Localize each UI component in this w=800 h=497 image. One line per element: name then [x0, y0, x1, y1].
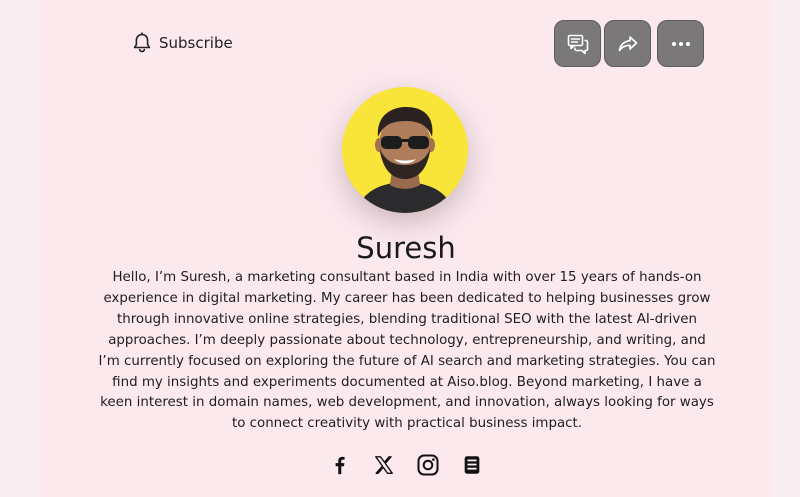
profile-page: Subscribe Suresh Hello, I’m Suresh, a ma… [39, 0, 773, 497]
facebook-icon [329, 454, 351, 476]
chat-button[interactable] [554, 20, 601, 67]
share-button[interactable] [604, 20, 651, 67]
x-twitter-link[interactable] [372, 453, 396, 477]
x-twitter-icon [373, 454, 395, 476]
subscribe-label: Subscribe [159, 34, 233, 52]
social-links [39, 453, 773, 477]
chat-icon [566, 32, 590, 56]
share-icon [616, 32, 640, 56]
blog-icon [461, 454, 483, 476]
profile-name: Suresh [356, 231, 456, 265]
bell-icon [132, 32, 152, 54]
profile-bio: Hello, I’m Suresh, a marketing consultan… [98, 270, 716, 432]
more-icon [669, 32, 693, 56]
instagram-link[interactable] [416, 453, 440, 477]
avatar [342, 87, 468, 213]
facebook-link[interactable] [328, 453, 352, 477]
subscribe-button[interactable]: Subscribe [132, 32, 233, 54]
blog-link[interactable] [460, 453, 484, 477]
instagram-icon [416, 453, 440, 477]
more-button[interactable] [657, 20, 704, 67]
